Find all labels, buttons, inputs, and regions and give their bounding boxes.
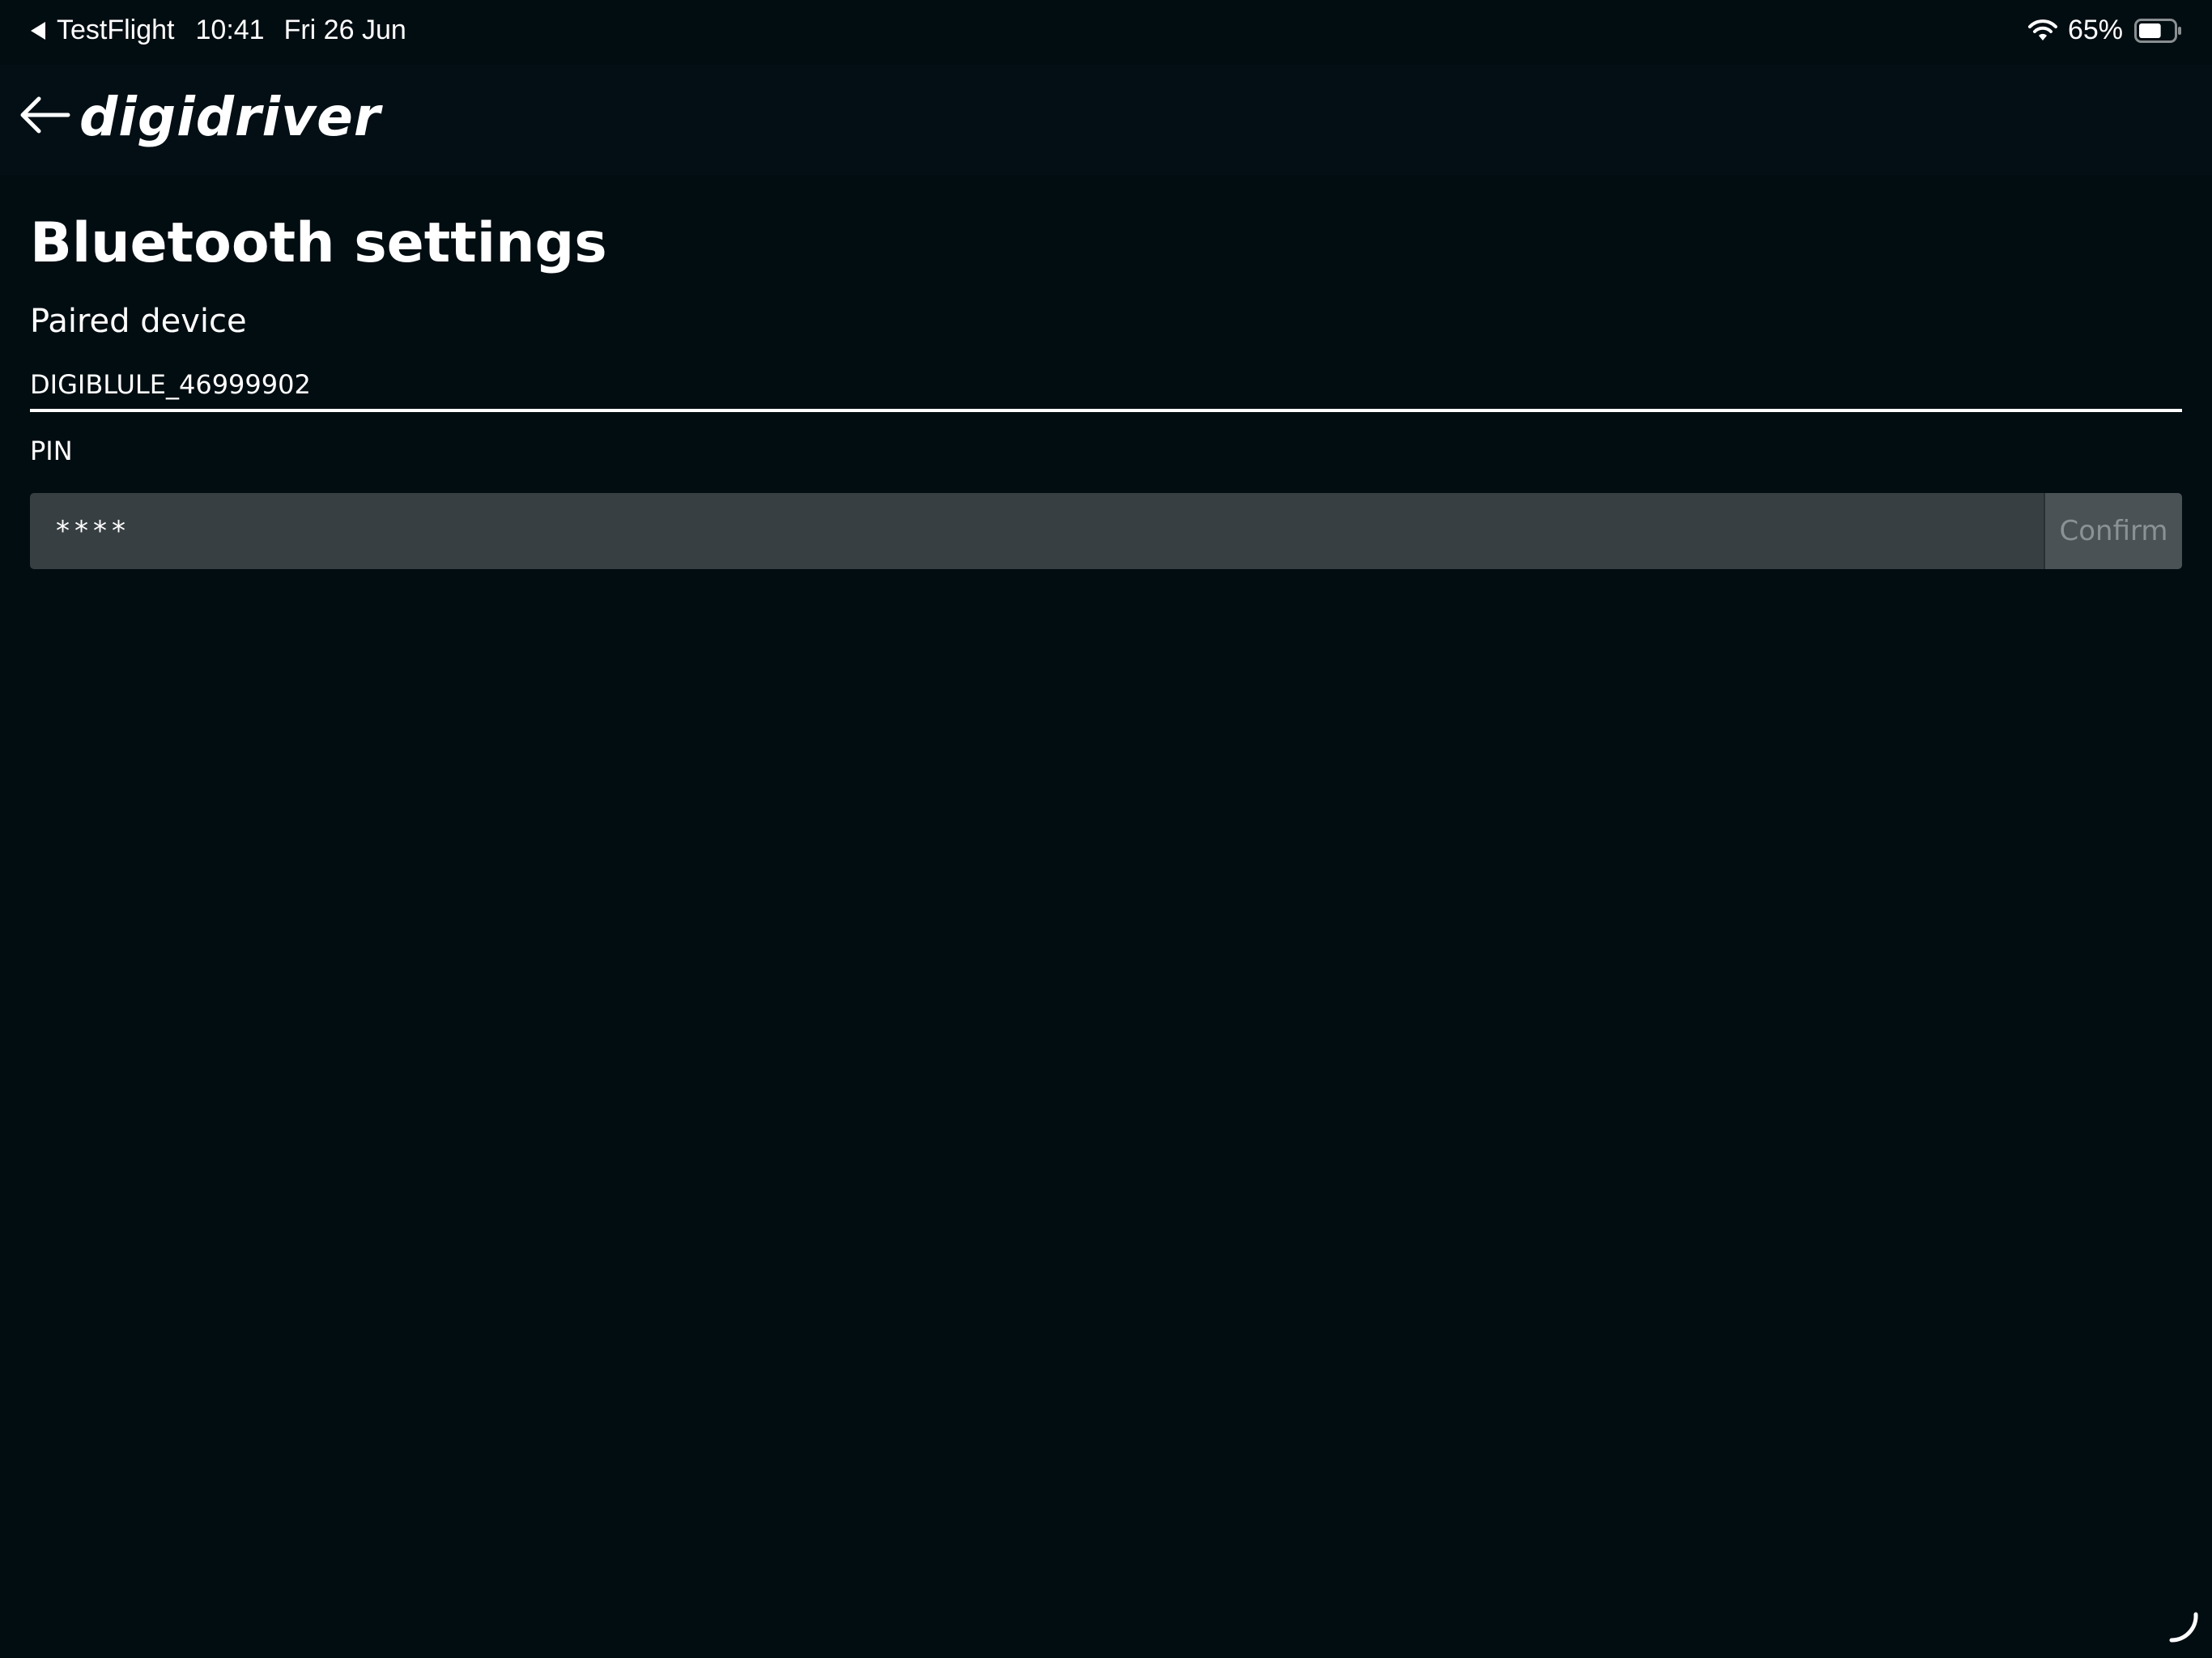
back-to-app-icon[interactable] [31,21,45,40]
wifi-icon [2027,19,2057,40]
pin-label: PIN [30,436,73,466]
arrow-left-icon[interactable] [18,92,71,138]
back-to-app-label[interactable]: TestFlight [57,15,175,46]
battery-percent: 65% [2067,15,2123,45]
status-bar: TestFlight 10:41 Fri 26 Jun 65% [0,0,2212,65]
battery-icon [2134,18,2181,43]
paired-device-label: Paired device [30,303,247,340]
status-date: Fri 26 Jun [283,15,406,45]
bluetooth-settings-screen: TestFlight 10:41 Fri 26 Jun 65% digidriv… [0,0,2212,1658]
page-title: Bluetooth settings [30,211,607,275]
pin-input-group: Confirm [30,493,2182,569]
status-bar-right: 65% [2027,15,2183,46]
paired-device-underline [30,409,2182,412]
loading-spinner-icon [2169,1612,2198,1643]
app-header: digidriver [0,65,2212,175]
status-time: 10:41 [195,15,265,45]
paired-device-name[interactable]: DIGIBLULE_46999902 [30,369,311,400]
status-bar-left: TestFlight 10:41 Fri 26 Jun [31,15,406,46]
pin-input[interactable] [30,493,2044,569]
digidriver-logo: digidriver [79,86,381,148]
confirm-button[interactable]: Confirm [2044,493,2182,569]
